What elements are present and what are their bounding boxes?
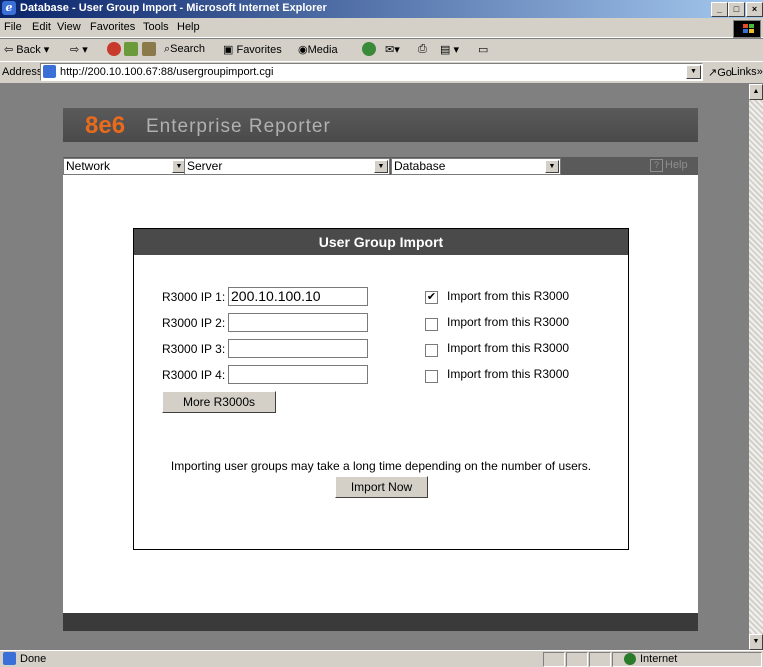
menu-view[interactable]: View bbox=[57, 21, 81, 33]
scroll-up-icon[interactable]: ▲ bbox=[749, 84, 763, 100]
mail-icon: ✉ bbox=[385, 44, 395, 56]
windows-logo-icon bbox=[733, 20, 761, 38]
ip-label: R3000 IP 2: bbox=[162, 316, 226, 330]
menu-edit[interactable]: Edit bbox=[32, 21, 51, 33]
go-arrow-icon: ↗ bbox=[708, 67, 718, 79]
stop-icon[interactable] bbox=[107, 42, 121, 56]
ip-2-input[interactable] bbox=[228, 313, 368, 332]
back-button[interactable]: ⇦ Back ▾ bbox=[4, 43, 49, 56]
nav-bar: Network ▼ Server ▼ Database ▼ ? Help bbox=[63, 157, 698, 175]
network-select[interactable]: Network ▼ bbox=[63, 158, 188, 175]
links-button[interactable]: Links» bbox=[731, 66, 763, 78]
help-link[interactable]: ? Help bbox=[650, 159, 688, 172]
import-checkbox-label: Import from this R3000 bbox=[447, 367, 570, 381]
status-pane bbox=[566, 652, 588, 667]
menu-help[interactable]: Help bbox=[177, 21, 200, 33]
toolbar: ⇦ Back ▾ ⇨ ▾ ⌕Search ▣ Favorites ◉Media … bbox=[0, 38, 763, 62]
ip-label: R3000 IP 4: bbox=[162, 368, 226, 382]
media-button[interactable]: ◉Media bbox=[298, 43, 338, 56]
scroll-down-icon[interactable]: ▼ bbox=[749, 634, 763, 650]
edit-button[interactable]: ▤ ▾ bbox=[440, 43, 459, 56]
maximize-button[interactable]: □ bbox=[728, 2, 745, 17]
media-icon: ◉ bbox=[298, 44, 308, 56]
home-icon[interactable] bbox=[142, 42, 156, 56]
favorites-icon: ▣ bbox=[223, 44, 234, 56]
go-button[interactable]: ↗Go bbox=[708, 66, 732, 79]
forward-arrow-icon: ⇨ bbox=[70, 44, 80, 56]
address-input[interactable]: http://200.10.100.67:88/usergroupimport.… bbox=[40, 63, 703, 81]
chevron-down-icon: ▼ bbox=[374, 160, 388, 173]
close-button[interactable]: × bbox=[746, 2, 763, 17]
search-button[interactable]: ⌕Search bbox=[164, 43, 205, 56]
address-bar: Address http://200.10.100.67:88/usergrou… bbox=[0, 61, 763, 84]
app-title: Enterprise Reporter bbox=[146, 116, 331, 137]
page-icon bbox=[3, 652, 16, 665]
import-checkbox-2[interactable] bbox=[425, 318, 438, 331]
favorites-button[interactable]: ▣ Favorites bbox=[223, 43, 282, 56]
page-content: 8e6 Enterprise Reporter Network ▼ Server… bbox=[0, 84, 749, 650]
user-group-import-panel: User Group Import R3000 IP 1: 200.10.100… bbox=[133, 228, 629, 550]
menu-file[interactable]: File bbox=[4, 21, 22, 33]
import-checkbox-1[interactable]: ✔ bbox=[425, 291, 438, 304]
status-pane bbox=[589, 652, 611, 667]
history-icon[interactable] bbox=[362, 42, 376, 56]
server-select[interactable]: Server ▼ bbox=[184, 158, 390, 175]
import-checkbox-label: Import from this R3000 bbox=[447, 289, 570, 303]
import-checkbox-3[interactable] bbox=[425, 344, 438, 357]
menu-tools[interactable]: Tools bbox=[143, 21, 169, 33]
security-zone: Internet bbox=[640, 653, 678, 665]
more-r3000s-button[interactable]: More R3000s bbox=[162, 391, 276, 413]
window-title: Database - User Group Import - Microsoft… bbox=[20, 2, 327, 14]
status-pane bbox=[543, 652, 565, 667]
ip-1-input[interactable]: 200.10.100.10 bbox=[228, 287, 368, 306]
menu-favorites[interactable]: Favorites bbox=[90, 21, 135, 33]
page-footer bbox=[63, 613, 698, 631]
panel-title: User Group Import bbox=[134, 229, 628, 255]
import-now-button[interactable]: Import Now bbox=[335, 476, 428, 498]
internet-globe-icon bbox=[624, 653, 636, 665]
import-checkbox-label: Import from this R3000 bbox=[447, 315, 570, 329]
refresh-icon[interactable] bbox=[124, 42, 138, 56]
discuss-icon[interactable]: ▭ bbox=[478, 43, 488, 56]
forward-button[interactable]: ⇨ ▾ bbox=[70, 43, 88, 56]
ip-3-input[interactable] bbox=[228, 339, 368, 358]
address-dropdown-button[interactable]: ▼ bbox=[686, 65, 701, 79]
status-bar: Done Internet bbox=[0, 650, 763, 667]
minimize-button[interactable]: _ bbox=[711, 2, 728, 17]
help-icon: ? bbox=[650, 159, 663, 172]
app-header: 8e6 Enterprise Reporter bbox=[63, 108, 698, 142]
database-select[interactable]: Database ▼ bbox=[391, 158, 561, 175]
print-icon[interactable]: ⎙ bbox=[418, 43, 427, 56]
edit-icon: ▤ bbox=[440, 44, 451, 56]
address-label: Address bbox=[2, 66, 43, 78]
menu-bar: File Edit View Favorites Tools Help bbox=[0, 18, 763, 38]
title-bar: e Database - User Group Import - Microso… bbox=[0, 0, 763, 18]
ie-icon: e bbox=[2, 1, 16, 15]
ip-4-input[interactable] bbox=[228, 365, 368, 384]
brand-logo: 8e6 bbox=[85, 112, 126, 139]
back-arrow-icon: ⇦ bbox=[4, 44, 14, 56]
chevron-down-icon: ▼ bbox=[545, 160, 559, 173]
vertical-scrollbar[interactable]: ▲ ▼ bbox=[749, 84, 763, 650]
mail-button[interactable]: ✉▾ bbox=[385, 43, 400, 56]
ip-label: R3000 IP 1: bbox=[162, 290, 226, 304]
page-icon bbox=[43, 65, 56, 78]
import-info-text: Importing user groups may take a long ti… bbox=[170, 459, 592, 473]
import-checkbox-label: Import from this R3000 bbox=[447, 341, 570, 355]
import-checkbox-4[interactable] bbox=[425, 370, 438, 383]
address-url: http://200.10.100.67:88/usergroupimport.… bbox=[60, 66, 274, 78]
status-text: Done bbox=[20, 653, 47, 665]
ip-label: R3000 IP 3: bbox=[162, 342, 226, 356]
